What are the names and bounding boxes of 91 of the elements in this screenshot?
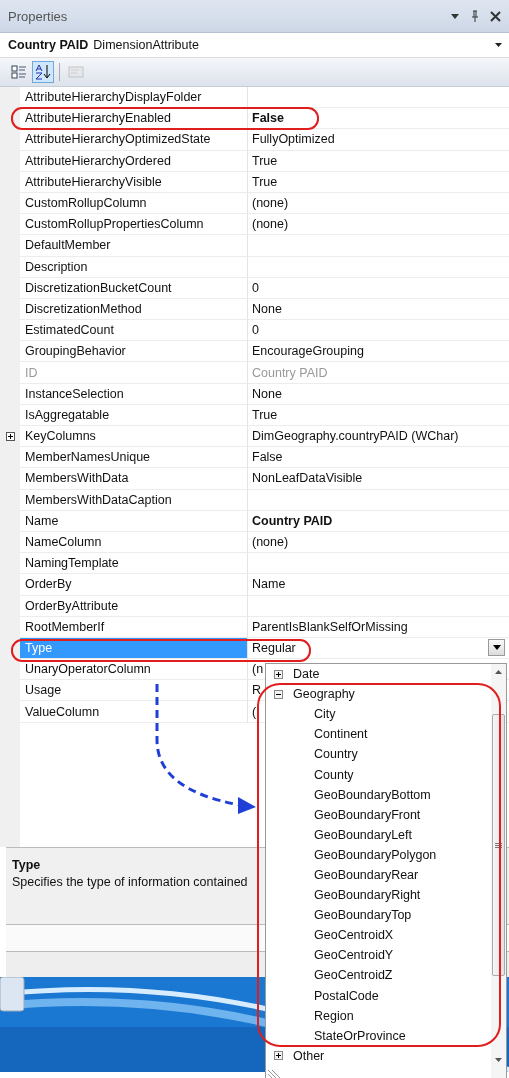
list-item[interactable]: Continent: [266, 724, 491, 745]
property-name[interactable]: NameColumn: [20, 531, 248, 554]
property-name[interactable]: DefaultMember: [20, 235, 248, 257]
list-item[interactable]: Geography: [266, 684, 491, 705]
list-item[interactable]: GeoBoundaryRear: [266, 864, 491, 886]
property-value: Country PAID: [252, 365, 328, 380]
grip-icon: [495, 842, 502, 848]
resize-grip-icon[interactable]: [268, 1070, 282, 1078]
property-name[interactable]: AttributeHierarchyOrdered: [20, 150, 248, 172]
list-item[interactable]: StateOrProvince: [266, 1025, 491, 1046]
property-value: None: [252, 301, 282, 316]
property-name[interactable]: MembersWithDataCaption: [20, 489, 248, 511]
property-name[interactable]: GroupingBehavior: [20, 341, 248, 363]
property-value: NonLeafDataVisible: [252, 471, 363, 486]
property-value: Regular: [252, 640, 296, 655]
object-type: DimensionAttribute: [93, 38, 199, 52]
property-name[interactable]: IsAggregatable: [20, 404, 248, 426]
list-item[interactable]: Date: [266, 664, 491, 685]
list-item[interactable]: PostalCode: [266, 985, 491, 1006]
list-item[interactable]: GeoBoundaryFront: [266, 804, 491, 825]
property-name[interactable]: CustomRollupColumn: [20, 192, 248, 215]
property-value: True: [252, 407, 278, 422]
list-item[interactable]: GeoCentroidY: [266, 945, 491, 966]
property-name[interactable]: AttributeHierarchyEnabled: [20, 108, 248, 130]
object-name: Country PAID: [8, 38, 89, 52]
property-value: R: [252, 683, 262, 698]
property-value: 0: [252, 280, 259, 295]
property-name[interactable]: EstimatedCount: [20, 320, 248, 342]
property-name[interactable]: Usage: [20, 680, 248, 702]
caret-icon[interactable]: [495, 42, 503, 48]
property-name[interactable]: KeyColumns: [20, 426, 248, 448]
property-name[interactable]: CustomRollupPropertiesColumn: [20, 214, 248, 236]
property-name[interactable]: AttributeHierarchyVisible: [20, 171, 248, 193]
list-item[interactable]: GeoBoundaryPolygon: [266, 844, 491, 865]
property-value: ParentIsBlankSelfOrMissing: [252, 619, 408, 634]
property-value: True: [252, 174, 278, 189]
property-value: False: [252, 450, 283, 465]
caret-icon: [492, 645, 501, 651]
property-value: FullyOptimized: [252, 132, 335, 147]
property-value: 0: [252, 323, 259, 338]
expand-icon[interactable]: [5, 432, 15, 442]
property-name[interactable]: DiscretizationMethod: [20, 298, 248, 321]
list-item[interactable]: GeoBoundaryTop: [266, 905, 491, 926]
property-name[interactable]: Description: [20, 256, 248, 278]
property-name[interactable]: AttributeHierarchyOptimizedState: [20, 129, 248, 151]
property-name[interactable]: RootMemberIf: [20, 616, 248, 638]
property-value: (none): [252, 535, 289, 550]
property-value: DimGeography.countryPAID (WChar): [252, 429, 459, 444]
property-value: False: [252, 111, 284, 126]
expand-icon[interactable]: [274, 669, 283, 679]
property-value: (none): [252, 217, 289, 232]
property-value: (: [252, 704, 257, 719]
property-name[interactable]: ValueColumn: [20, 701, 248, 723]
list-item[interactable]: GeoBoundaryRight: [266, 885, 491, 906]
description-title: Type: [12, 858, 42, 872]
dropdown-button[interactable]: [488, 639, 505, 657]
property-name[interactable]: DiscretizationBucketCount: [20, 277, 248, 299]
property-value: True: [252, 153, 278, 168]
property-name[interactable]: Name: [20, 510, 248, 532]
sort-button[interactable]: [32, 61, 54, 83]
expand-icon[interactable]: [274, 1051, 283, 1061]
property-name[interactable]: OrderBy: [20, 574, 248, 596]
property-value: None: [252, 386, 282, 401]
property-name[interactable]: OrderByAttribute: [20, 595, 248, 617]
property-value: (n: [252, 662, 264, 677]
property-name[interactable]: MembersWithData: [20, 468, 248, 490]
close-icon[interactable]: [490, 10, 501, 22]
description-text: Specifies the type of information contained: [12, 875, 248, 889]
property-name[interactable]: InstanceSelection: [20, 383, 248, 405]
property-value: Name: [252, 577, 286, 592]
property-name[interactable]: MemberNamesUnique: [20, 447, 248, 469]
list-item[interactable]: Country: [266, 744, 491, 765]
property-value: Country PAID: [252, 513, 333, 528]
list-item[interactable]: County: [266, 764, 491, 785]
property-name[interactable]: NamingTemplate: [20, 553, 248, 575]
scroll-down-icon[interactable]: [495, 1058, 502, 1062]
scroll-up-icon[interactable]: [495, 670, 502, 674]
collapse-icon[interactable]: [274, 689, 283, 699]
property-name[interactable]: AttributeHierarchyDisplayFolder: [20, 87, 248, 109]
list-item[interactable]: Other: [266, 1045, 491, 1066]
list-item[interactable]: GeoCentroidZ: [266, 965, 491, 986]
dropdown-icon[interactable]: [450, 11, 460, 21]
property-value: (none): [252, 196, 289, 211]
pin-icon[interactable]: [470, 10, 480, 22]
window-title: Properties: [8, 8, 68, 24]
list-item[interactable]: GeoBoundaryLeft: [266, 824, 491, 845]
property-name[interactable]: UnaryOperatorColumn: [20, 659, 248, 681]
list-item[interactable]: Region: [266, 1005, 491, 1026]
list-item[interactable]: GeoBoundaryBottom: [266, 784, 491, 805]
list-item[interactable]: City: [266, 704, 491, 725]
property-value: EncourageGrouping: [252, 344, 364, 359]
